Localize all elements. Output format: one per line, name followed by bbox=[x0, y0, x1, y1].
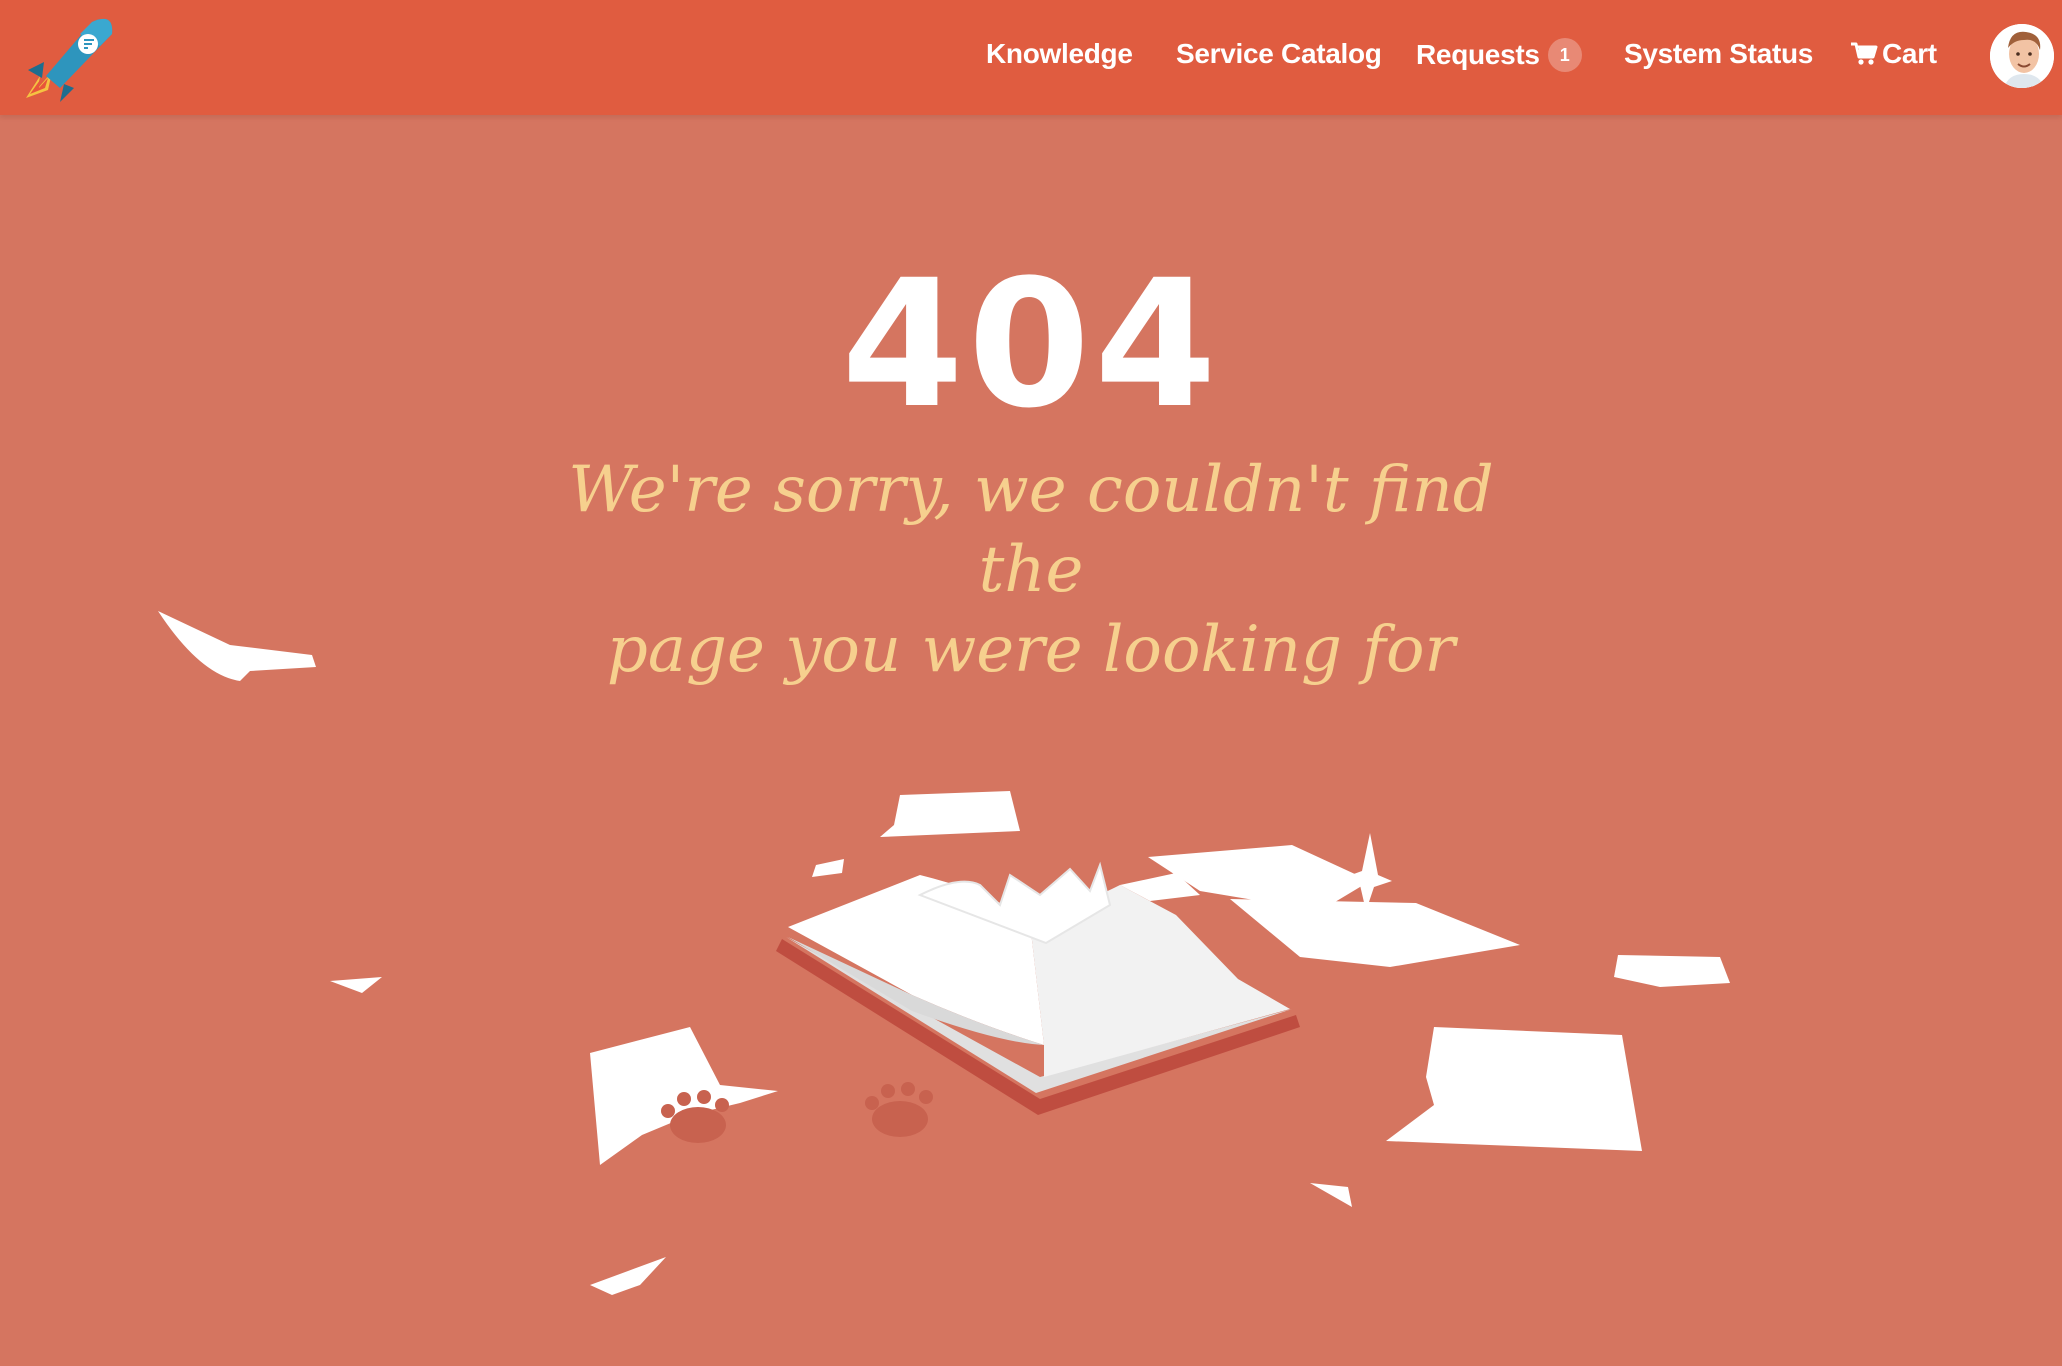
nav-knowledge-label: Knowledge bbox=[986, 38, 1133, 69]
nav-service-catalog-label: Service Catalog bbox=[1176, 38, 1382, 69]
paper-scrap bbox=[590, 1257, 666, 1295]
paper-scrap bbox=[1230, 899, 1520, 967]
shopping-cart-icon bbox=[1851, 42, 1878, 65]
paper-scrap bbox=[1386, 1027, 1642, 1151]
nav-requests[interactable]: Requests 1 bbox=[1416, 38, 1582, 72]
nav-service-catalog[interactable]: Service Catalog bbox=[1176, 38, 1382, 70]
paper-scrap bbox=[158, 611, 316, 681]
nav-cart-label: Cart bbox=[1882, 38, 1937, 69]
nav-system-status-label: System Status bbox=[1624, 38, 1814, 69]
open-book bbox=[776, 861, 1300, 1115]
nav-cart[interactable]: Cart bbox=[1850, 38, 1937, 70]
nav-knowledge[interactable]: Knowledge bbox=[986, 38, 1133, 70]
paw-print bbox=[865, 1082, 933, 1137]
requests-count-badge: 1 bbox=[1547, 38, 1582, 72]
paper-scrap bbox=[1614, 955, 1730, 987]
paper-scrap bbox=[330, 977, 382, 993]
top-navbar: Knowledge Service Catalog Requests 1 Sys… bbox=[0, 0, 2062, 115]
nav-requests-label: Requests bbox=[1416, 39, 1540, 70]
rocket-logo-icon[interactable] bbox=[22, 14, 118, 106]
user-avatar-icon[interactable] bbox=[1990, 24, 2054, 88]
nav-system-status[interactable]: System Status bbox=[1624, 38, 1813, 70]
paper-scrap bbox=[812, 859, 844, 877]
paper-scrap bbox=[880, 791, 1020, 837]
paper-scrap bbox=[1310, 1183, 1352, 1207]
torn-book-illustration bbox=[158, 611, 1730, 1295]
